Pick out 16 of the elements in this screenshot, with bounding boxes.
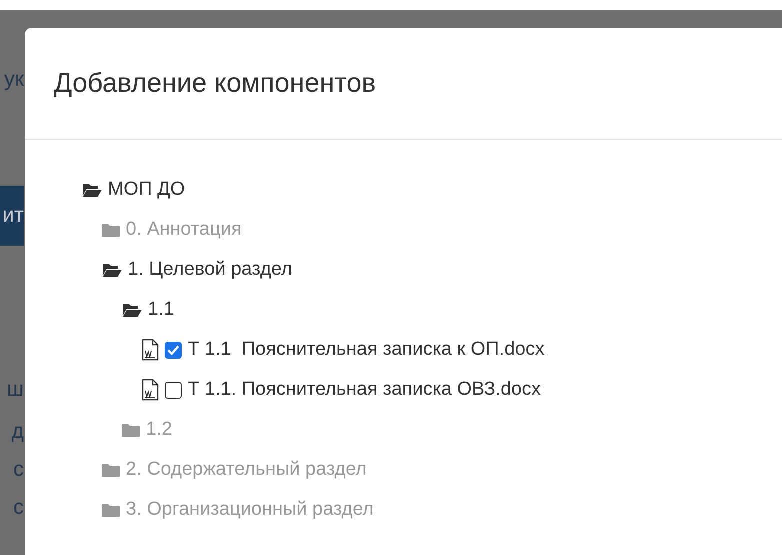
background-text: с [12,495,24,521]
file-label[interactable]: Т 1.1. Пояснительная записка ОВЗ.docx [188,376,541,404]
background-text: ит [0,186,24,246]
dialog-title: Добавление компонентов [54,67,376,100]
folder-label[interactable]: МОП ДО [108,176,186,204]
background-text: ук [3,67,24,93]
checkbox[interactable] [165,382,182,398]
background-text: ш [6,377,24,403]
word-document-icon [142,379,159,401]
folder-label[interactable]: 1. Целевой раздел [128,256,292,284]
background-text: с [12,457,24,483]
file-label[interactable]: Т 1.1 Пояснительная записка к ОП.docx [188,336,545,364]
word-document-icon [142,339,159,361]
checkbox[interactable] [165,342,182,358]
background-text: д [10,419,24,445]
folder-label[interactable]: 1.1 [148,296,174,324]
